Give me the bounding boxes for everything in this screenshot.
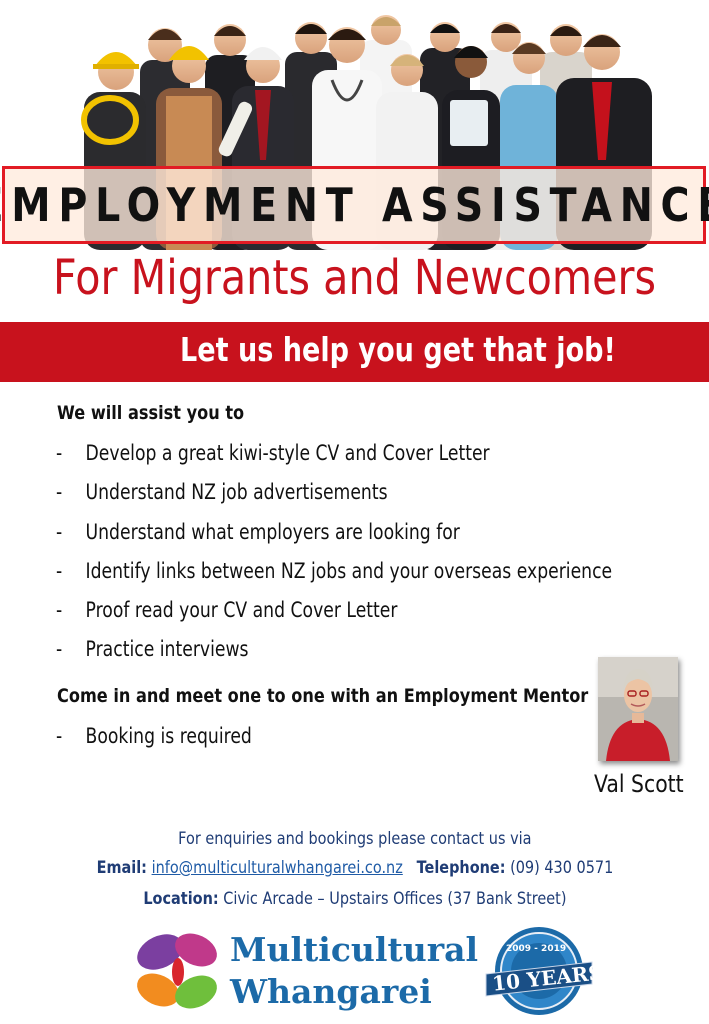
bullet-dash: - [56, 480, 63, 505]
contact-line-location: Location: Civic Arcade – Upstairs Office… [0, 889, 709, 909]
mentor-heading: Come in and meet one to one with an Empl… [57, 685, 589, 707]
multicultural-whangarei-logo: Multicultural Whangarei 2009 - 2019 10 Y… [130, 922, 604, 1020]
list-item: - Develop a great kiwi-style CV and Cover… [56, 434, 612, 473]
contact-intro: For enquiries and bookings please contac… [177, 829, 532, 849]
bullet-dash: - [56, 598, 63, 623]
email-link[interactable]: info@multiculturalwhangarei.co.nz [151, 858, 402, 878]
logo-word-multicultural: Multicultural [230, 930, 478, 969]
bullet-dash: - [56, 519, 63, 544]
list-item: - Understand NZ job advertisements [56, 473, 612, 512]
list-item: - Understand what employers are looking f… [56, 513, 612, 552]
title-banner: EMPLOYMENT ASSISTANCE [0, 166, 709, 244]
page-subtitle: For Migrants and Newcomers [52, 250, 657, 306]
list-item: - Booking is required [56, 717, 252, 756]
telephone-label: Telephone: [416, 858, 506, 878]
bullet-dash: - [56, 637, 63, 662]
list-item: - Identify links between NZ jobs and your… [56, 552, 612, 591]
contact-line-email-phone: Email: info@multiculturalwhangarei.co.nz… [0, 858, 709, 878]
badge-years-range: 2009 - 2019 [506, 944, 567, 954]
bullet-dash: - [56, 724, 63, 748]
bullet-dash: - [56, 441, 63, 465]
assist-heading: We will assist you to [57, 402, 245, 424]
assist-list: - Develop a great kiwi-style CV and Cover… [56, 434, 709, 670]
mentor-photo [598, 657, 678, 761]
mentor-list: - Booking is required [56, 717, 295, 756]
logo-word-whangarei: Whangarei [230, 972, 432, 1011]
mentor-portrait-image [598, 657, 678, 761]
location-label: Location: [142, 889, 219, 909]
telephone-number: (09) 430 0571 [509, 858, 613, 878]
mentor-name: Val Scott [594, 770, 684, 798]
page-title: EMPLOYMENT ASSISTANCE [0, 178, 709, 232]
list-item: - Practice interviews [56, 630, 612, 669]
bullet-dash: - [56, 558, 63, 583]
location-address: Civic Arcade – Upstairs Offices (37 Bank… [222, 889, 567, 909]
email-label: Email: [96, 858, 147, 878]
slogan-text: Let us help you get that job! [180, 330, 616, 369]
list-item: - Proof read your CV and Cover Letter [56, 591, 612, 630]
butterfly-logo-icon [137, 933, 217, 1009]
